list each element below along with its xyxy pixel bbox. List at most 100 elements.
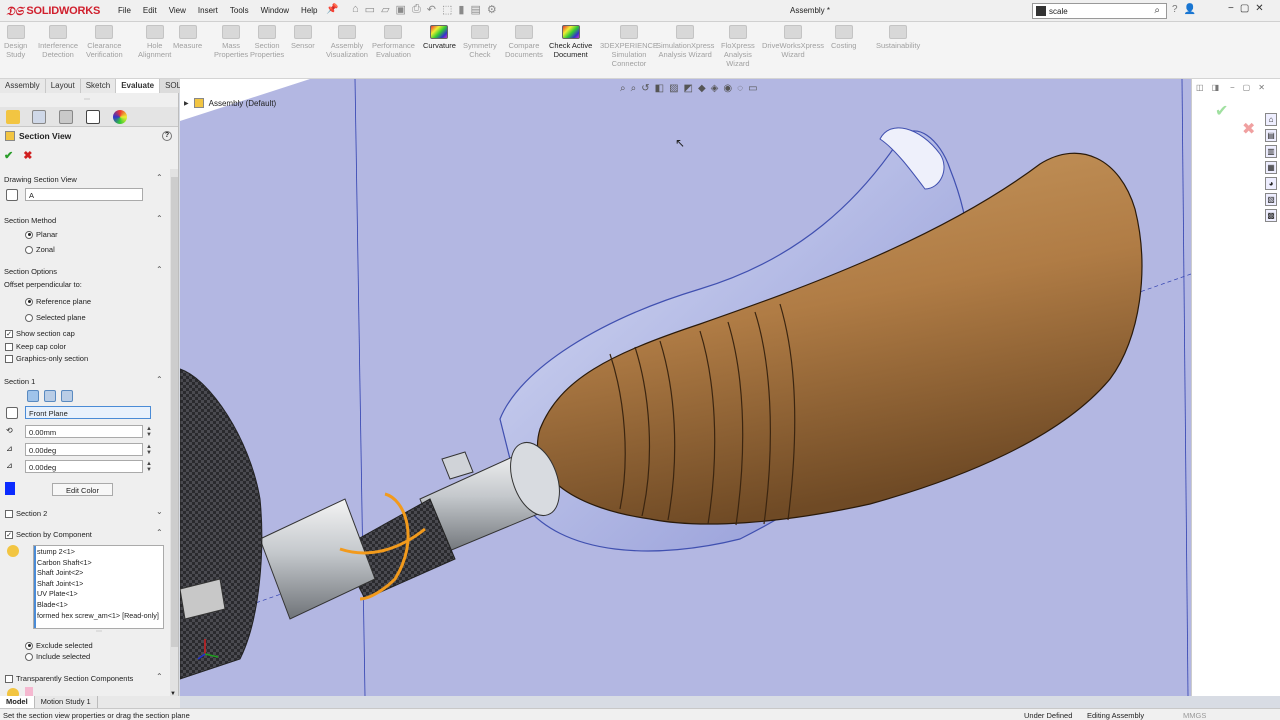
ribbon-button-interference-detection[interactable]: Interference Detection (38, 25, 78, 59)
view-settings-icon[interactable]: ▭ (748, 83, 757, 94)
restore-pane-icon[interactable]: ▢ (1243, 83, 1251, 92)
ribbon-button-floxpress-analysis-wizard[interactable]: FloXpress Analysis Wizard (721, 25, 755, 68)
collapse-icon[interactable]: ⌃ (156, 375, 163, 384)
collapse-icon[interactable]: ⌃ (156, 173, 163, 182)
tab-layout[interactable]: Layout (45, 79, 81, 93)
configuration-manager-icon[interactable] (59, 110, 73, 124)
panel-scrollbar[interactable] (170, 169, 178, 696)
minimize-pane-icon[interactable]: − (1230, 83, 1235, 92)
status-units[interactable]: MMGS (1183, 711, 1206, 720)
list-item[interactable]: Shaft Joint<1> (37, 579, 163, 590)
open-icon[interactable]: ▱ (381, 3, 389, 16)
ribbon-button-costing[interactable]: Costing (831, 25, 856, 50)
menu-tools[interactable]: Tools (230, 6, 249, 15)
radio-selected-plane[interactable]: Selected plane (25, 313, 86, 322)
top-plane-icon[interactable] (44, 390, 56, 402)
checkbox-section-by-component[interactable]: ✓ Section by Component (5, 530, 92, 539)
view-palette-icon[interactable]: ▦ (1265, 161, 1277, 174)
appearances-icon[interactable]: ◕ (1265, 177, 1277, 190)
help-icon[interactable]: ? (1172, 4, 1178, 15)
expand-tree-icon[interactable]: ▶ (184, 100, 189, 107)
ok-button[interactable]: ✔ (4, 149, 13, 162)
ribbon-button-assembly-visualization[interactable]: Assembly Visualization (326, 25, 368, 59)
collapse-icon[interactable]: ⌃ (156, 214, 163, 223)
list-item[interactable]: Shaft Joint<2> (37, 568, 163, 579)
transparent-list-field[interactable] (25, 687, 33, 696)
display-style-icon[interactable]: ◆ (698, 83, 706, 94)
feature-manager-icon[interactable] (6, 110, 20, 124)
ribbon-button-simulationxpress-analysis-wizard[interactable]: SimulationXpress Analysis Wizard (656, 25, 714, 59)
list-item[interactable]: Blade<1> (37, 600, 163, 611)
options-icon[interactable]: ⚙ (487, 3, 497, 16)
offset-distance-input[interactable]: 0.00mm (25, 425, 143, 438)
right-plane-icon[interactable] (61, 390, 73, 402)
list-item[interactable]: stump 2<1> (37, 547, 163, 558)
list-item[interactable]: formed hex screw_am<1> [Read-only] (37, 611, 163, 622)
menu-help[interactable]: Help (301, 6, 317, 15)
radio-zonal[interactable]: Zonal (25, 245, 55, 254)
dynamic-annotation-icon[interactable]: ▨ (669, 83, 678, 94)
select-icon[interactable]: ⬚ (442, 3, 452, 16)
print-icon[interactable]: ⎙ (412, 3, 421, 16)
design-library-icon[interactable]: ▤ (1265, 129, 1277, 142)
angle-x-spinner-icon[interactable]: ▲ ▼ (146, 444, 152, 456)
ribbon-button-3dexperience-simulation-connector[interactable]: 3DEXPERIENCE Simulation Connector (600, 25, 658, 68)
ribbon-button-compare-documents[interactable]: Compare Documents (505, 25, 543, 59)
blade-carbon[interactable] (180, 368, 263, 680)
section-plane-field[interactable]: Front Plane (25, 406, 151, 419)
flyout-tree[interactable]: ▶ Assembly (Default) (184, 98, 276, 108)
search-commands-icon[interactable] (1036, 6, 1046, 16)
menu-file[interactable]: File (118, 6, 131, 15)
collapse-icon[interactable]: ⌃ (156, 528, 163, 537)
bottom-tab-model[interactable]: Model (0, 696, 35, 708)
menu-window[interactable]: Window (261, 6, 289, 15)
ribbon-button-measure[interactable]: Measure (173, 25, 202, 50)
radio-include-selected[interactable]: Include selected (25, 652, 90, 661)
ribbon-button-curvature[interactable]: Curvature (423, 25, 456, 50)
component-list[interactable]: stump 2<1> Carbon Shaft<1> Shaft Joint<2> S… (33, 545, 164, 629)
save-icon[interactable]: ▣ (396, 3, 406, 16)
ribbon-button-mass-properties[interactable]: Mass Properties (214, 25, 248, 59)
restore-icon[interactable]: ◫ (1196, 83, 1204, 92)
panel-splitter-icon[interactable]: ⋯ (84, 96, 90, 103)
dimxpert-icon[interactable] (86, 110, 100, 124)
pin-pane-icon[interactable]: ◨ (1212, 83, 1220, 92)
display-manager-icon[interactable] (113, 110, 127, 124)
graphics-area[interactable]: ▶ Assembly (Default) ⌕ ⌕ ↺ ◧ ▨ ◩ ◆ ◈ ◉ ◌… (180, 79, 1191, 696)
list-resize-icon[interactable]: ⋯ (96, 628, 102, 635)
ribbon-button-clearance-verification[interactable]: Clearance Verification (86, 25, 123, 59)
confirm-corner-cancel-icon[interactable]: ✖ (1242, 119, 1255, 139)
reverse-direction-icon[interactable] (6, 407, 18, 419)
shaft-joint-lower[interactable] (259, 498, 376, 620)
view-orientation-icon[interactable]: ◩ (684, 83, 693, 94)
ribbon-button-sustainability[interactable]: Sustainability (876, 25, 920, 50)
checkbox-show-section-cap[interactable]: ✓ Show section cap (5, 329, 75, 338)
user-icon[interactable]: 👤 (1184, 4, 1196, 15)
rebuild-icon[interactable]: ▮ (458, 3, 464, 16)
pin-icon[interactable]: 📌 (326, 4, 338, 15)
tab-assembly[interactable]: Assembly (0, 79, 46, 93)
cancel-button[interactable]: ✖ (23, 149, 32, 162)
edit-color-button[interactable]: Edit Color (52, 483, 113, 496)
ribbon-button-sensor[interactable]: Sensor (291, 25, 315, 50)
section-name-input[interactable]: A (25, 188, 143, 201)
confirm-corner-ok-icon[interactable]: ✔ (1215, 101, 1228, 121)
ribbon-button-performance-evaluation[interactable]: Performance Evaluation (372, 25, 415, 59)
solidworks-logo[interactable]: 𝔇𝔖 SOLIDWORKS (6, 3, 100, 19)
hide-show-icon[interactable]: ◈ (711, 83, 719, 94)
checkbox-transparently-section[interactable]: Transparently Section Components (5, 674, 133, 683)
home-icon[interactable]: ⌂ (352, 3, 359, 16)
checkbox-section2[interactable]: Section 2 (5, 509, 47, 518)
collapse-icon[interactable]: ⌃ (156, 265, 163, 274)
radio-planar[interactable]: Planar (25, 230, 58, 239)
zoom-to-area-icon[interactable]: ⌕ (631, 83, 637, 94)
drawing-section-view-header[interactable]: Drawing Section View (4, 175, 77, 184)
expand-icon[interactable]: ⌄ (156, 507, 163, 516)
checkbox-keep-cap-color[interactable]: Keep cap color (5, 342, 66, 351)
angle-x-input[interactable]: 0.00deg (25, 443, 143, 456)
apply-scene-icon[interactable]: ◌ (737, 83, 743, 94)
search-icon[interactable]: ⌕ (1154, 5, 1160, 16)
menu-insert[interactable]: Insert (198, 6, 218, 15)
radio-reference-plane[interactable]: Reference plane (25, 297, 91, 306)
previous-view-icon[interactable]: ↺ (641, 83, 649, 94)
